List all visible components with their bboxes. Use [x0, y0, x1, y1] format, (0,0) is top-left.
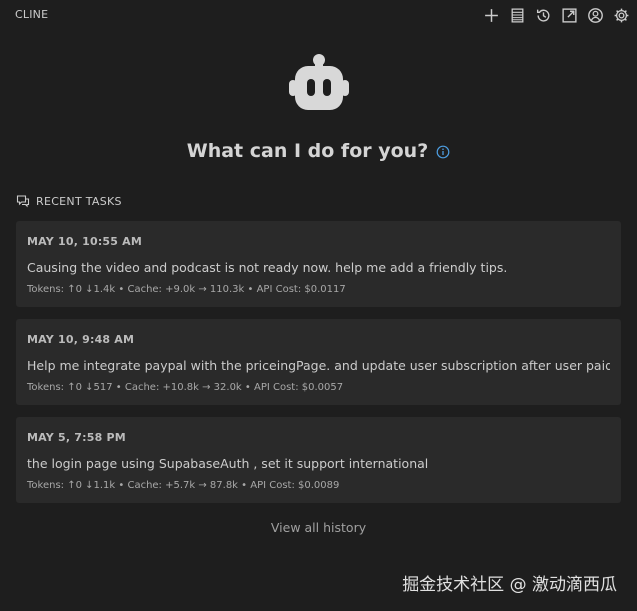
toolbar [481, 5, 631, 25]
view-all-history-link[interactable]: View all history [0, 520, 637, 535]
new-task-button[interactable] [481, 5, 501, 25]
header-bar: CLINE [0, 0, 637, 30]
app-title: CLINE [15, 8, 49, 21]
account-button[interactable] [585, 5, 605, 25]
popout-button[interactable] [559, 5, 579, 25]
welcome-headline: What can I do for you? [0, 140, 637, 162]
cline-robot-logo [289, 54, 349, 110]
history-button[interactable] [533, 5, 553, 25]
watermark: 掘金技术社区 @ 激动滴西瓜 [402, 575, 617, 595]
task-meta: Tokens: ↑0 ↓1.4k • Cache: +9.0k → 110.3k… [27, 284, 346, 295]
mcp-servers-button[interactable] [507, 5, 527, 25]
task-card-1[interactable]: MAY 10, 10:55 AM Causing the video and p… [16, 221, 621, 307]
task-date: MAY 10, 9:48 AM [27, 333, 135, 346]
settings-button[interactable] [611, 5, 631, 25]
server-icon [511, 7, 523, 23]
task-meta: Tokens: ↑0 ↓1.1k • Cache: +5.7k → 87.8k … [27, 480, 340, 491]
task-text: the login page using SupabaseAuth , set … [27, 456, 429, 471]
settings-icon [614, 8, 628, 22]
task-date: MAY 10, 10:55 AM [27, 235, 143, 248]
recent-tasks-header: RECENT TASKS [16, 194, 122, 208]
task-card-2[interactable]: MAY 10, 9:48 AM Help me integrate paypal… [16, 319, 621, 405]
comment-discussion-icon [16, 195, 30, 208]
task-meta: Tokens: ↑0 ↓517 • Cache: +10.8k → 32.0k … [27, 382, 344, 393]
external-link-icon [561, 7, 577, 23]
task-text: Causing the video and podcast is not rea… [27, 260, 508, 275]
account-icon [587, 7, 603, 23]
plus-icon [484, 8, 498, 22]
welcome-title: What can I do for you? [186, 140, 429, 162]
task-text: Help me integrate paypal with the pricei… [27, 358, 610, 373]
info-icon[interactable] [436, 145, 450, 159]
recent-tasks-label: RECENT TASKS [36, 194, 122, 208]
history-icon [536, 9, 549, 22]
task-date: MAY 5, 7:58 PM [27, 431, 126, 444]
task-card-3[interactable]: MAY 5, 7:58 PM the login page using Supa… [16, 417, 621, 503]
